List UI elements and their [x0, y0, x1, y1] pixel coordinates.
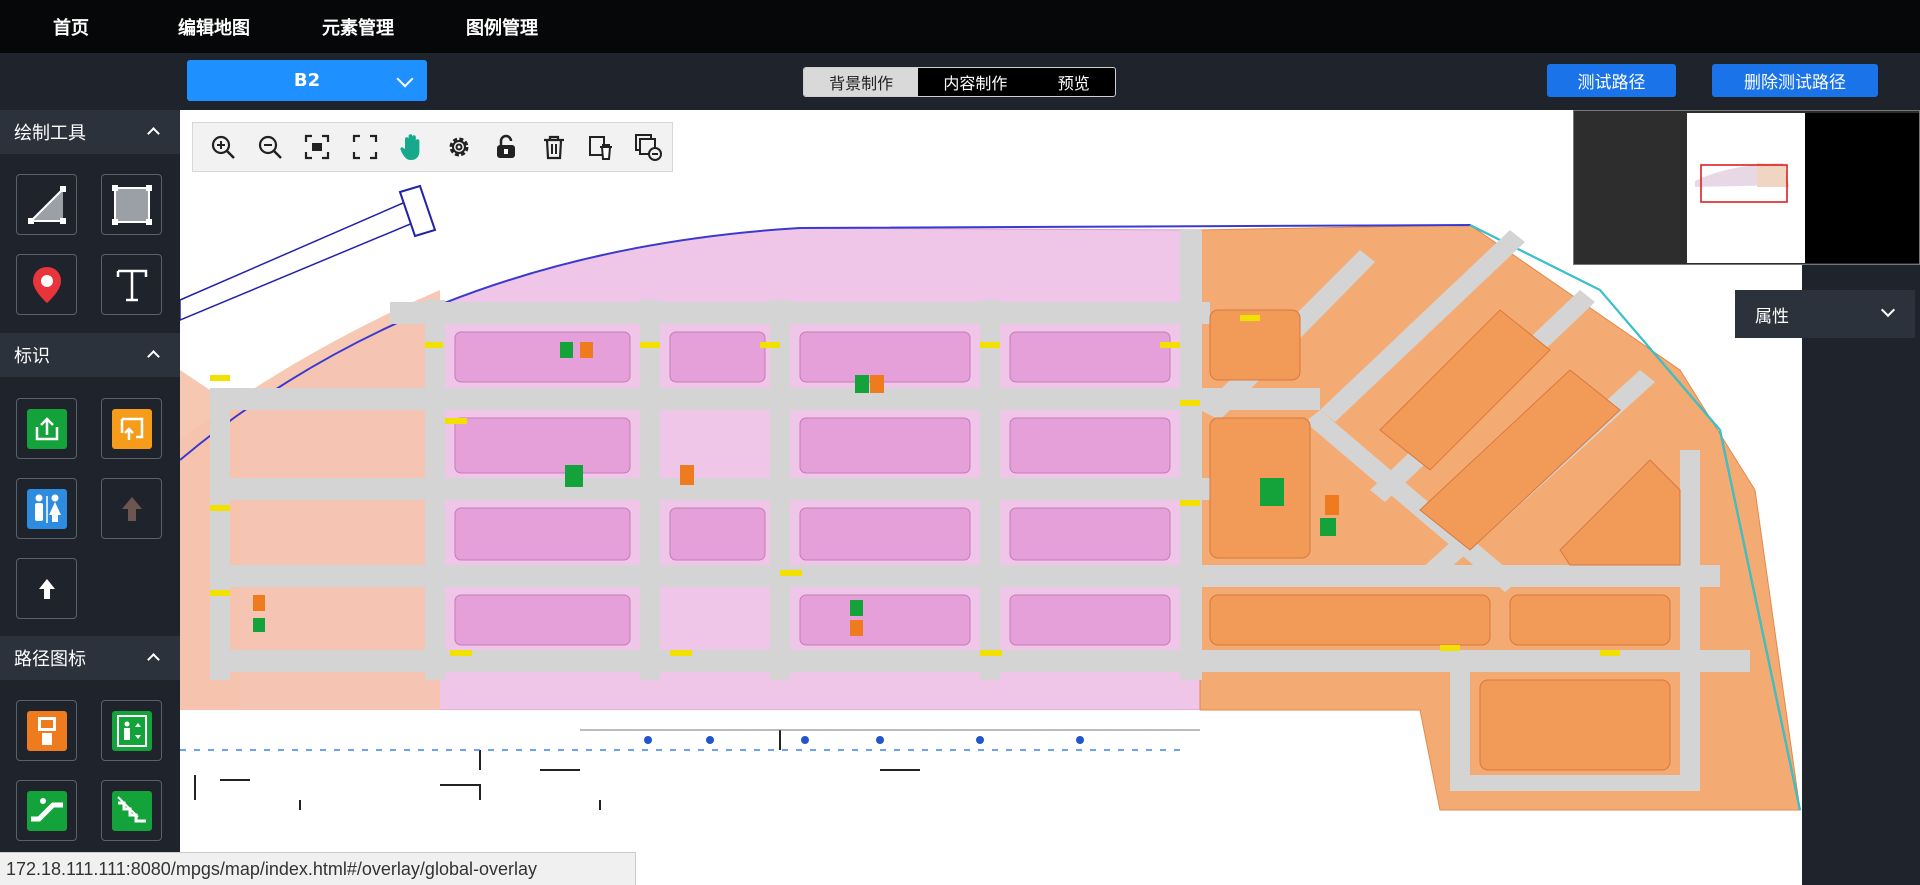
- exit-sign-icon: [26, 408, 67, 449]
- chevron-down-icon: [1880, 302, 1896, 318]
- nav-legend-management[interactable]: 图例管理: [466, 14, 538, 40]
- tab-preview[interactable]: 预览: [1033, 68, 1115, 96]
- fullscreen-icon: [352, 134, 377, 160]
- emergency-exit-icon: [111, 408, 152, 449]
- restroom-icon: [26, 488, 67, 529]
- section-title: 路径图标: [14, 649, 86, 670]
- elevator-icon: [26, 710, 67, 751]
- delete-layer-button[interactable]: [577, 127, 624, 167]
- floor-plan[interactable]: [180, 110, 1802, 885]
- mode-tabs: 背景制作 内容制作 预览: [803, 67, 1116, 97]
- map-toolbar: [192, 122, 673, 172]
- arrow-up-dark-button[interactable]: [101, 478, 162, 539]
- remove-layer-icon: [635, 134, 663, 161]
- escalator-icon: [26, 790, 67, 831]
- sidebar: 绘制工具 标识 路径图标: [0, 110, 180, 885]
- remove-layer-button[interactable]: [625, 127, 672, 167]
- text-tool-icon: [116, 269, 147, 301]
- nav-element-management[interactable]: 元素管理: [322, 14, 394, 40]
- map-pin-icon: [32, 266, 61, 303]
- pan-hand-icon: [400, 134, 420, 160]
- delete-icon: [543, 135, 564, 160]
- zoom-out-icon: [258, 135, 282, 159]
- section-title: 标识: [14, 346, 50, 367]
- tab-background-production[interactable]: 背景制作: [804, 68, 919, 96]
- chevron-up-icon: [147, 350, 160, 363]
- chevron-up-icon: [147, 127, 160, 140]
- fullscreen-button[interactable]: [341, 127, 388, 167]
- minimap-dark-area: [1805, 113, 1919, 263]
- exit-sign-button[interactable]: [16, 398, 77, 459]
- nav-edit-map[interactable]: 编辑地图: [178, 14, 250, 40]
- test-path-button[interactable]: 测试路径: [1547, 64, 1676, 97]
- chevron-up-icon: [147, 653, 160, 666]
- section-path-icons[interactable]: 路径图标: [0, 636, 180, 680]
- text-tool-button[interactable]: [101, 254, 162, 315]
- settings-icon: [449, 137, 469, 157]
- properties-panel-toggle[interactable]: 属性: [1735, 290, 1915, 338]
- delete-layer-icon: [589, 136, 613, 160]
- rectangle-tool-icon: [111, 184, 152, 225]
- properties-title: 属性: [1755, 306, 1789, 327]
- arrow-up-icon: [38, 578, 55, 599]
- line-tool-icon: [27, 185, 66, 224]
- zoom-out-button[interactable]: [246, 127, 293, 167]
- emergency-exit-button[interactable]: [101, 398, 162, 459]
- unlock-button[interactable]: [483, 127, 530, 167]
- lift-button[interactable]: [101, 700, 162, 761]
- stairs-button[interactable]: [101, 780, 162, 841]
- unlock-icon: [497, 134, 516, 158]
- zoom-in-icon: [211, 135, 235, 159]
- nav-home[interactable]: 首页: [53, 14, 89, 40]
- fit-view-icon: [305, 134, 330, 160]
- rectangle-tool-button[interactable]: [101, 174, 162, 235]
- stairs-icon: [111, 790, 152, 831]
- line-tool-button[interactable]: [16, 174, 77, 235]
- minimap-preview: [1695, 163, 1789, 203]
- section-title: 绘制工具: [14, 123, 86, 144]
- delete-test-path-button[interactable]: 删除测试路径: [1712, 64, 1878, 97]
- floor-select[interactable]: B2: [187, 60, 427, 101]
- status-bar-url: 172.18.111.111:8080/mpgs/map/index.html#…: [0, 852, 636, 885]
- escalator-button[interactable]: [16, 780, 77, 841]
- settings-button[interactable]: [435, 127, 482, 167]
- map-pin-tool-button[interactable]: [16, 254, 77, 315]
- map-canvas[interactable]: [180, 110, 1802, 885]
- tab-content-production[interactable]: 内容制作: [918, 68, 1032, 96]
- zoom-in-button[interactable]: [199, 127, 246, 167]
- section-markers[interactable]: 标识: [0, 333, 180, 377]
- minimap[interactable]: [1573, 110, 1920, 265]
- delete-button[interactable]: [530, 127, 577, 167]
- section-drawing-tools[interactable]: 绘制工具: [0, 110, 180, 154]
- elevator-button[interactable]: [16, 700, 77, 761]
- arrow-up-dark-icon: [121, 496, 142, 521]
- fit-view-button[interactable]: [294, 127, 341, 167]
- floor-select-value: B2: [293, 70, 321, 91]
- arrow-up-button[interactable]: [16, 558, 77, 619]
- top-navigation: 首页 编辑地图 元素管理 图例管理: [0, 0, 1920, 53]
- lift-icon: [111, 710, 152, 751]
- pan-hand-button[interactable]: [388, 127, 435, 167]
- chevron-down-icon: [396, 70, 414, 88]
- restroom-button[interactable]: [16, 478, 77, 539]
- right-panel-background: [1802, 265, 1920, 885]
